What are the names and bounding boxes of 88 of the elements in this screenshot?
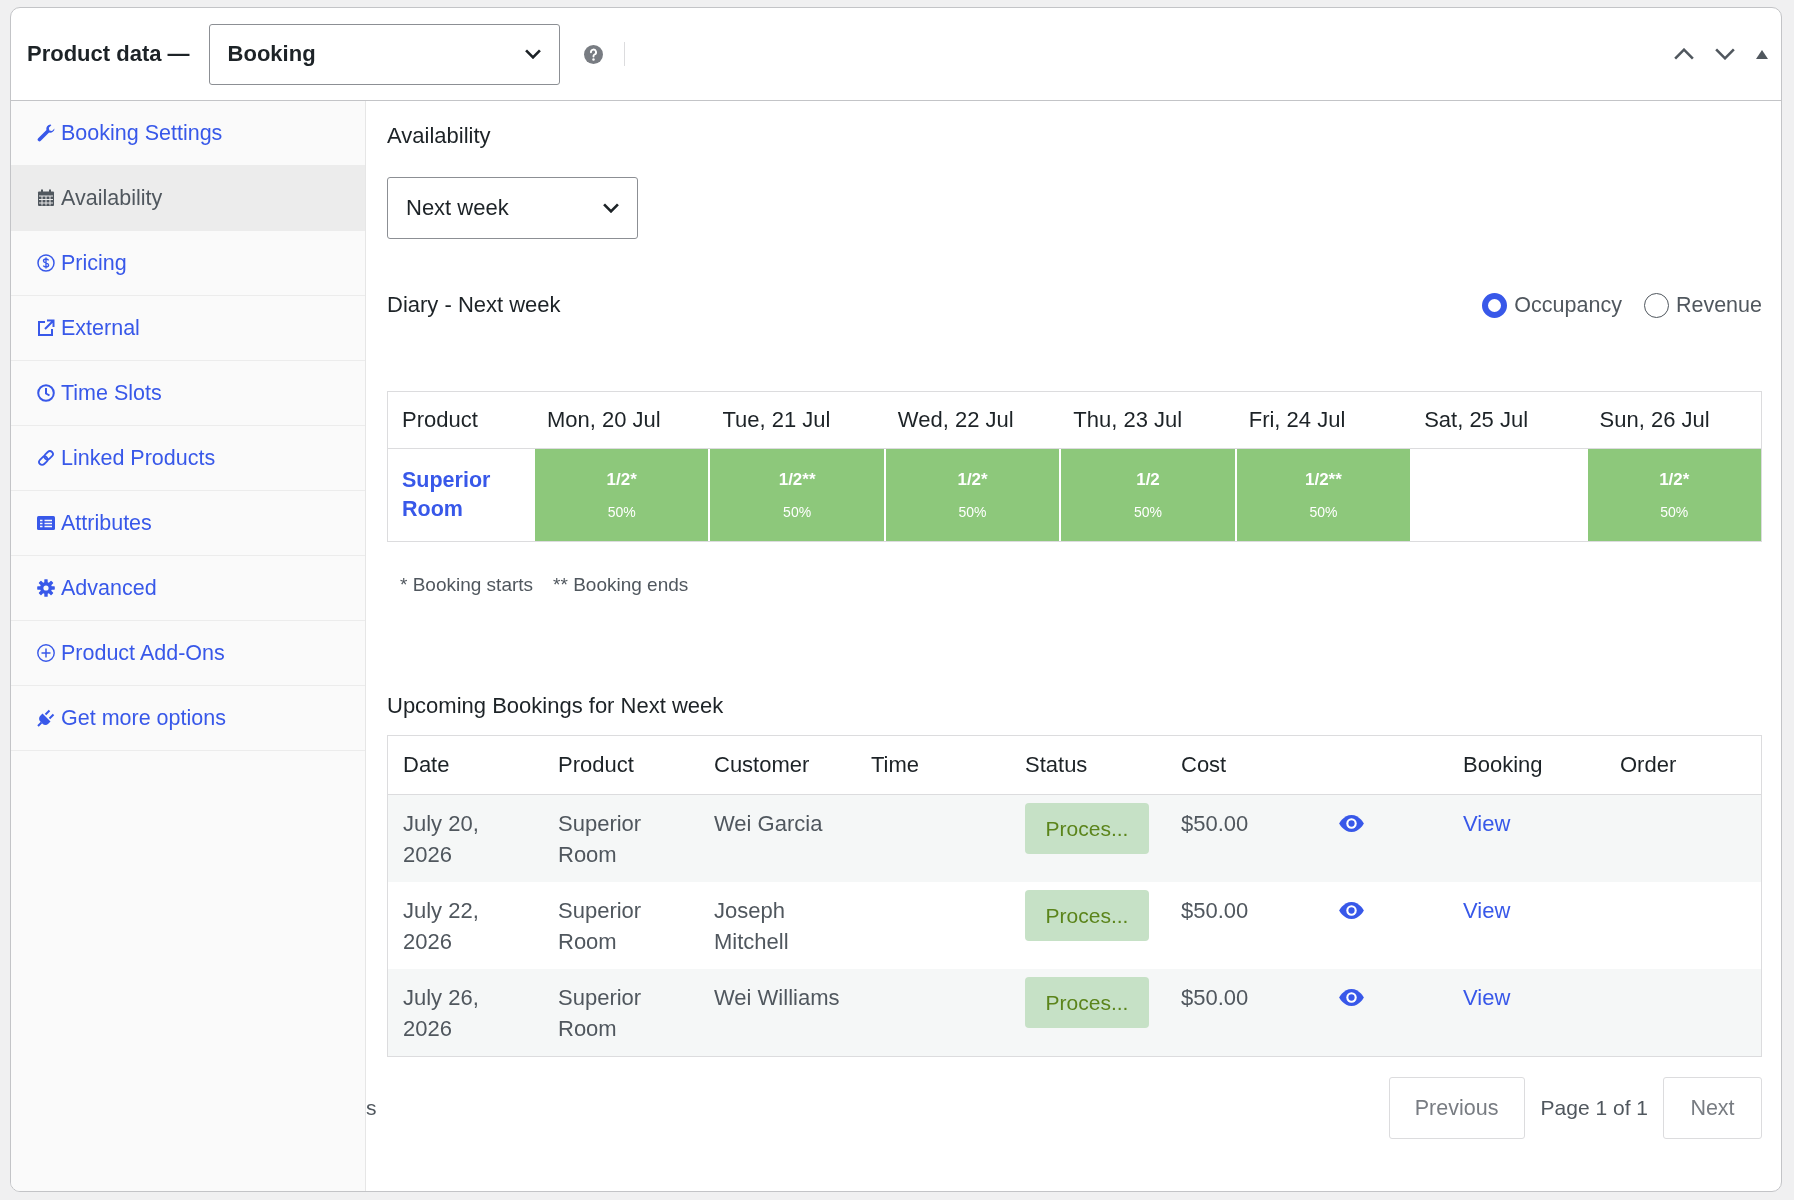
occupancy-percent: 50% (1133, 504, 1162, 520)
booking-count: 1/2* (957, 470, 988, 490)
occupancy-percent: 50% (1309, 504, 1338, 520)
product-text: Superior Room (558, 897, 643, 956)
column-header: Date (403, 752, 450, 778)
chevron-up-icon[interactable] (1674, 48, 1694, 60)
panel-title: Product data — (27, 41, 190, 67)
sidebar-tab[interactable]: Product Add-Ons (11, 621, 365, 686)
gear-icon (37, 579, 55, 597)
customer-name: Wei Garcia (714, 810, 823, 838)
sidebar-tab[interactable]: Pricing (11, 231, 365, 296)
help-icon[interactable] (583, 44, 603, 64)
booking-count: 1/2* (606, 470, 637, 490)
occupancy-percent: 50% (958, 504, 987, 520)
link-icon (37, 449, 55, 467)
date-text: July 26, 2026 (403, 984, 480, 1043)
date-text: July 20, 2026 (403, 810, 480, 869)
column-header: Product (558, 752, 634, 778)
diary-title: Diary - Next week (387, 292, 561, 318)
column-header: Customer (714, 752, 810, 778)
chevron-down-icon[interactable] (1715, 48, 1735, 60)
column-header: Product (402, 407, 478, 433)
dollar-circle-icon (37, 254, 55, 272)
wrench-icon (37, 124, 55, 142)
cost-text: $50.00 (1181, 985, 1249, 1010)
occupancy-percent: 50% (607, 504, 636, 520)
column-header: Cost (1181, 752, 1227, 778)
chevron-down-icon (524, 49, 541, 59)
column-header: Status (1025, 752, 1088, 778)
sidebar-tab[interactable]: Linked Products (11, 426, 365, 491)
eye-icon[interactable] (1339, 902, 1364, 919)
plus-circle-icon (37, 644, 55, 662)
column-header: Order (1620, 752, 1677, 778)
product-text: Superior Room (558, 810, 643, 869)
column-header: Booking (1463, 752, 1543, 778)
list-card-icon (37, 514, 55, 532)
section-heading: Availability (387, 123, 492, 149)
sidebar-tab[interactable]: Get more options (11, 686, 365, 751)
range-select[interactable]: Next week (387, 177, 638, 239)
product-link[interactable]: Superior Room (402, 466, 512, 524)
cost-text: $50.00 (1181, 811, 1249, 836)
occupancy-percent: 50% (783, 504, 812, 520)
customer-name: Joseph Mitchell (714, 897, 790, 956)
date-text: July 22, 2026 (403, 897, 480, 956)
column-header: Thu, 23 Jul (1073, 407, 1183, 433)
column-header: Wed, 22 Jul (897, 407, 1014, 433)
status-badge: Proces... (1025, 803, 1149, 854)
column-header: Sun, 26 Jul (1599, 407, 1710, 433)
sidebar-tab[interactable]: External (11, 296, 365, 361)
cost-text: $50.00 (1181, 898, 1249, 923)
calendar-icon (37, 189, 55, 207)
clipped-text: s (366, 1096, 377, 1120)
sidebar-tab[interactable]: Availability (11, 166, 365, 231)
triangle-up-icon[interactable] (1756, 49, 1768, 59)
view-link[interactable]: View (1463, 811, 1511, 836)
product-text: Superior Room (558, 984, 643, 1043)
sidebar-tab[interactable]: Time Slots (11, 361, 365, 426)
customer-name: Wei Williams (714, 984, 840, 1012)
view-link[interactable]: View (1463, 898, 1511, 923)
column-header: Fri, 24 Jul (1248, 407, 1346, 433)
sidebar-tab[interactable]: Advanced (11, 556, 365, 621)
status-badge: Proces... (1025, 890, 1149, 941)
booking-count: 1/2 (1136, 470, 1160, 490)
sidebar-tab[interactable]: Attributes (11, 491, 365, 556)
column-header: Mon, 20 Jul (547, 407, 661, 433)
section-heading: Upcoming Bookings for Next week (387, 693, 725, 719)
clock-icon (37, 384, 55, 402)
occupancy-percent: 50% (1660, 504, 1689, 520)
legend-text: * Booking starts (400, 574, 534, 596)
eye-icon[interactable] (1339, 815, 1364, 832)
booking-count: 1/2** (778, 470, 816, 490)
view-link[interactable]: View (1463, 985, 1511, 1010)
column-header: Time (871, 752, 920, 778)
booking-count: 1/2** (1305, 470, 1342, 490)
page-indicator: Page 1 of 1 (1540, 1096, 1648, 1120)
plug-icon (37, 709, 55, 727)
radio-button[interactable] (1482, 292, 1508, 318)
product-type-select[interactable]: Booking (208, 23, 560, 85)
chevron-down-icon (603, 203, 619, 213)
status-badge: Proces... (1025, 977, 1149, 1028)
legend-text: ** Booking ends (553, 574, 689, 596)
booking-count: 1/2* (1659, 470, 1690, 490)
eye-icon[interactable] (1339, 989, 1364, 1006)
radio-label[interactable]: Revenue (1675, 292, 1762, 318)
column-header: Tue, 21 Jul (722, 407, 831, 433)
column-header: Sat, 25 Jul (1424, 407, 1529, 433)
external-link-icon (37, 319, 55, 337)
radio-label[interactable]: Occupancy (1514, 292, 1622, 318)
